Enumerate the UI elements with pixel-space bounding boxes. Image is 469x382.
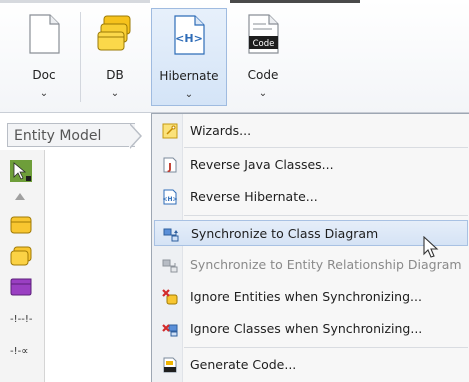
toolbar-separator	[80, 12, 81, 102]
code-button-label: Code	[247, 68, 279, 82]
doc-button[interactable]: Doc ⌄	[12, 8, 76, 106]
menu-separator	[184, 215, 468, 216]
code-button[interactable]: Code Code ⌄	[232, 8, 294, 106]
menu-item-wizards[interactable]: Wizards...	[154, 118, 468, 144]
db-button[interactable]: DB ⌄	[84, 8, 146, 106]
doc-button-label: Doc	[32, 68, 56, 82]
menu-item-sync-erd[interactable]: Synchronize to Entity Relationship Diagr…	[154, 252, 468, 278]
menu-item-label: Generate Code...	[190, 357, 297, 372]
menu-item-label: Synchronize to Entity Relationship Diagr…	[190, 257, 462, 272]
generate-code-icon	[162, 357, 178, 373]
hibernate-file-icon: <H>	[172, 15, 206, 58]
code-file-icon: Code	[246, 14, 280, 57]
menu-item-reverse-hibernate[interactable]: <H> Reverse Hibernate...	[154, 184, 468, 210]
diagram-canvas[interactable]	[45, 150, 155, 382]
menu-item-ignore-classes[interactable]: Ignore Classes when Synchronizing...	[154, 316, 468, 342]
menu-item-label: Synchronize to Class Diagram	[191, 226, 379, 241]
diagram-palette: -!--!- -!-∝	[0, 150, 45, 382]
pointer-tool-icon[interactable]	[10, 160, 32, 185]
hibernate-dropdown-menu: Wizards... J Reverse Java Classes... <H>…	[151, 113, 469, 382]
document-icon	[27, 14, 61, 57]
menu-item-reverse-java[interactable]: J Reverse Java Classes...	[154, 152, 468, 178]
svg-text:<H>: <H>	[162, 196, 177, 203]
tab-arrow-fill	[129, 124, 140, 148]
java-icon: J	[162, 157, 178, 173]
chevron-down-icon: ⌄	[110, 88, 120, 99]
hibernate-button[interactable]: <H> Hibernate ⌄	[151, 8, 227, 106]
ignore-entities-icon	[162, 289, 178, 305]
ignore-classes-icon	[162, 321, 178, 337]
menu-item-label: Reverse Hibernate...	[190, 189, 318, 204]
menu-item-generate-code[interactable]: Generate Code...	[154, 352, 468, 378]
ribbon-toolbar: Doc ⌄ DB ⌄ <H> Hibernate ⌄ Code Code ⌄	[0, 0, 469, 113]
diagram-tab-bar: Entity Model	[0, 120, 160, 149]
chevron-down-icon: ⌄	[39, 88, 49, 99]
mouse-cursor-icon	[423, 235, 441, 263]
diagram-tab-entity-model[interactable]: Entity Model	[7, 123, 135, 147]
ribbon-top-line	[0, 0, 469, 3]
hibernate-button-label: Hibernate	[159, 69, 219, 83]
menu-item-ignore-entities[interactable]: Ignore Entities when Synchronizing...	[154, 284, 468, 310]
chevron-down-icon: ⌄	[184, 89, 194, 100]
menu-item-label: Wizards...	[190, 123, 252, 138]
menu-item-label: Reverse Java Classes...	[190, 157, 334, 172]
database-icon	[96, 14, 134, 57]
entity-stack-icon[interactable]	[10, 246, 32, 269]
view-icon[interactable]	[10, 278, 32, 299]
chevron-down-icon: ⌄	[258, 88, 268, 99]
relationship-icon[interactable]: -!--!-	[10, 314, 32, 325]
entity-icon[interactable]	[10, 216, 32, 237]
db-button-label: DB	[106, 68, 124, 82]
collapse-arrow-icon[interactable]	[14, 190, 26, 204]
svg-text:J: J	[167, 162, 172, 173]
sync-erd-icon	[162, 257, 178, 273]
hibernate-icon: <H>	[162, 189, 178, 205]
one-to-many-icon[interactable]: -!-∝	[10, 346, 28, 357]
wizard-icon	[162, 123, 178, 139]
menu-separator	[184, 147, 468, 148]
menu-separator	[184, 347, 468, 348]
menu-item-label: Ignore Classes when Synchronizing...	[190, 321, 423, 336]
menu-item-label: Ignore Entities when Synchronizing...	[190, 289, 422, 304]
svg-text:<H>: <H>	[175, 32, 203, 45]
sync-class-icon	[163, 226, 179, 242]
menu-item-sync-class-diagram[interactable]: Synchronize to Class Diagram	[154, 220, 468, 246]
svg-text:Code: Code	[253, 39, 275, 49]
